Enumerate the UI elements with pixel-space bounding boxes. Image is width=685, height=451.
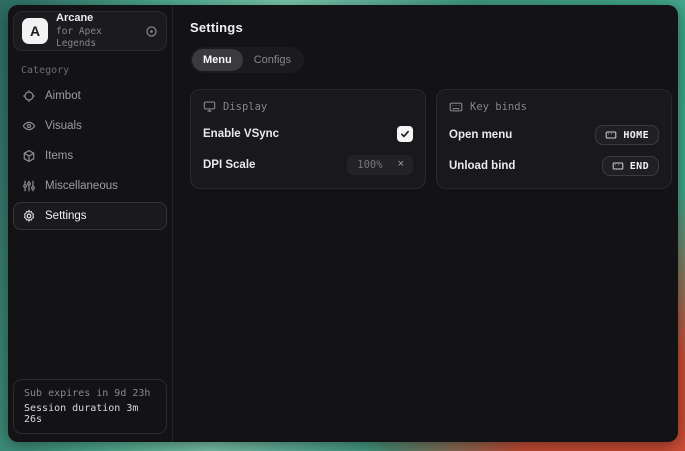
open-menu-keybind-button[interactable]: HOME [595, 125, 659, 145]
subscription-status-card: Sub expires in 9d 23h Session duration 3… [13, 379, 167, 434]
sliders-icon [22, 179, 36, 193]
dpi-input-group: 100% × [347, 155, 413, 175]
sidebar-item-label: Items [45, 150, 73, 162]
vsync-checkbox[interactable] [397, 126, 413, 142]
app-window: A Arcane for Apex Legends Category Aimbo… [8, 5, 678, 442]
sidebar-item-items[interactable]: Items [13, 142, 167, 170]
page-title: Settings [190, 20, 672, 35]
sidebar-item-settings[interactable]: Settings [13, 202, 167, 230]
settings-tabs: Menu Configs [190, 47, 304, 73]
unload-bind-row: Unload bind END [449, 156, 659, 176]
sidebar: A Arcane for Apex Legends Category Aimbo… [8, 5, 173, 442]
open-menu-label: Open menu [449, 129, 512, 141]
display-card-title: Display [223, 101, 267, 113]
keybinds-card-title: Key binds [470, 101, 527, 113]
dpi-row: DPI Scale 100% × [203, 155, 413, 175]
sub-expires-text: Sub expires in 9d 23h [24, 388, 156, 399]
eye-icon [22, 119, 36, 133]
key-icon [612, 160, 624, 172]
unload-key: END [630, 161, 649, 172]
category-label: Category [13, 51, 167, 82]
keyboard-icon [449, 100, 463, 114]
dpi-label: DPI Scale [203, 159, 255, 171]
session-duration-text: Session duration 3m 26s [24, 403, 156, 425]
unload-keybind-button[interactable]: END [602, 156, 659, 176]
crosshair-icon [22, 89, 36, 103]
vsync-label: Enable VSync [203, 128, 279, 140]
gear-icon [22, 209, 36, 223]
sidebar-item-aimbot[interactable]: Aimbot [13, 82, 167, 110]
sidebar-nav: Aimbot Visuals Items [13, 82, 167, 230]
sidebar-spacer [13, 230, 167, 379]
tab-configs[interactable]: Configs [243, 49, 302, 71]
unload-bind-label: Unload bind [449, 160, 515, 172]
keybinds-card: Key binds Open menu HOME Unload bin [436, 89, 672, 189]
display-card: Display Enable VSync DPI Scale 100% × [190, 89, 426, 189]
dpi-scale-input[interactable]: 100% [347, 155, 391, 175]
main-content: Settings Menu Configs Display [173, 5, 678, 442]
sidebar-item-miscellaneous[interactable]: Miscellaneous [13, 172, 167, 200]
cube-icon [22, 149, 36, 163]
sidebar-item-label: Visuals [45, 120, 82, 132]
tab-menu[interactable]: Menu [192, 49, 243, 71]
brand-card: A Arcane for Apex Legends [13, 11, 167, 51]
monitor-icon [203, 100, 216, 113]
sidebar-item-label: Aimbot [45, 90, 81, 102]
key-icon [605, 129, 617, 141]
target-icon[interactable] [145, 25, 158, 38]
open-menu-key: HOME [623, 130, 649, 141]
sidebar-item-label: Miscellaneous [45, 180, 118, 192]
display-card-header: Display [203, 100, 413, 113]
app-name: Arcane [56, 12, 137, 26]
dpi-clear-button[interactable]: × [392, 155, 413, 175]
brand-text: Arcane for Apex Legends [56, 12, 137, 50]
app-logo: A [22, 18, 48, 44]
settings-cards: Display Enable VSync DPI Scale 100% × [190, 89, 672, 189]
sidebar-item-label: Settings [45, 210, 87, 222]
app-subtitle: for Apex Legends [56, 26, 137, 50]
sidebar-item-visuals[interactable]: Visuals [13, 112, 167, 140]
open-menu-row: Open menu HOME [449, 125, 659, 145]
check-icon [400, 129, 410, 139]
keybinds-card-header: Key binds [449, 100, 659, 114]
vsync-row: Enable VSync [203, 124, 413, 144]
